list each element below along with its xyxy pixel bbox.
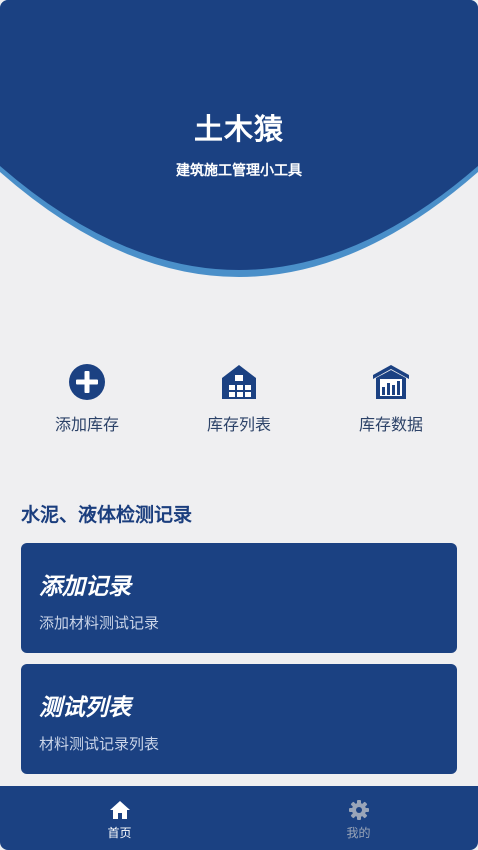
bottom-tab-bar: 首页 我的 (0, 786, 478, 850)
warehouse-icon (219, 362, 259, 402)
add-record-card[interactable]: 添加记录 添加材料测试记录 (21, 543, 457, 653)
tab-profile[interactable]: 我的 (239, 786, 478, 850)
add-inventory-label: 添加库存 (54, 415, 119, 434)
plus-circle-icon (67, 362, 107, 402)
tab-profile-label: 我的 (346, 826, 371, 840)
card-title: 测试列表 (39, 695, 131, 721)
inventory-list-label: 库存列表 (206, 415, 271, 434)
home-icon (109, 799, 131, 821)
tab-home[interactable]: 首页 (0, 786, 239, 850)
tab-home-label: 首页 (107, 826, 132, 840)
app-screen: 土木猿 建筑施工管理小工具 添加库存 库存列表 库存数据 水泥、液体检测记录 添… (0, 0, 478, 850)
quick-actions: 添加库存 库存列表 库存数据 (11, 362, 467, 435)
card-title: 添加记录 (39, 574, 131, 600)
inventory-list-button[interactable]: 库存列表 (163, 362, 315, 435)
test-list-card[interactable]: 测试列表 材料测试记录列表 (21, 664, 457, 774)
add-inventory-button[interactable]: 添加库存 (11, 362, 163, 435)
gear-icon (348, 799, 370, 821)
app-title: 土木猿 (193, 112, 284, 146)
card-description: 添加材料测试记录 (39, 614, 160, 632)
inventory-data-button[interactable]: 库存数据 (315, 362, 467, 435)
card-description: 材料测试记录列表 (39, 735, 160, 753)
warehouse-chart-icon (371, 362, 411, 402)
app-subtitle: 建筑施工管理小工具 (176, 163, 302, 179)
section-title: 水泥、液体检测记录 (21, 504, 193, 526)
inventory-data-label: 库存数据 (358, 415, 423, 434)
